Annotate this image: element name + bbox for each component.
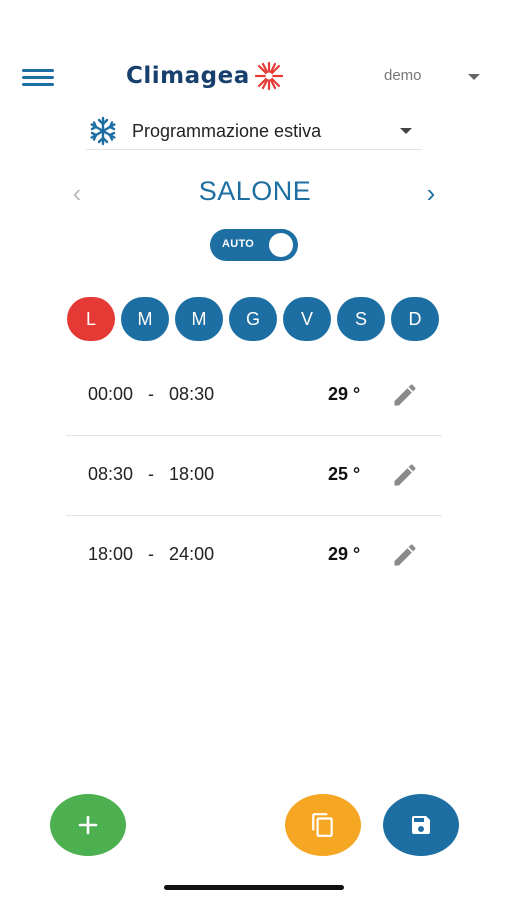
chevron-left-icon[interactable]: ‹ bbox=[66, 178, 88, 208]
schedule-row: 08:30 - 18:00 25 ° bbox=[66, 436, 442, 516]
add-button[interactable] bbox=[50, 794, 126, 856]
day-monday[interactable]: L bbox=[67, 297, 115, 341]
schedule-row: 00:00 - 08:30 29 ° bbox=[66, 356, 442, 436]
temperature: 29 ° bbox=[328, 384, 361, 404]
save-button[interactable] bbox=[383, 794, 459, 856]
copy-icon bbox=[312, 813, 333, 837]
day-tuesday[interactable]: M bbox=[121, 297, 169, 341]
brand-name: Climagea bbox=[126, 63, 250, 89]
edit-icon[interactable] bbox=[391, 461, 419, 489]
menu-icon[interactable] bbox=[22, 66, 56, 90]
program-label: Programmazione estiva bbox=[132, 120, 322, 141]
day-selector: L M M G V S D bbox=[67, 297, 442, 341]
program-select[interactable]: Programmazione estiva bbox=[86, 113, 422, 150]
brand-logo: Climagea bbox=[126, 58, 286, 94]
room-name: SALONE bbox=[198, 176, 312, 206]
chevron-down-icon bbox=[400, 128, 412, 134]
time-range: 08:30 - 18:00 bbox=[88, 464, 215, 484]
chevron-right-icon[interactable]: › bbox=[420, 178, 442, 208]
copy-button[interactable] bbox=[285, 794, 361, 856]
snowflake-icon bbox=[90, 116, 116, 146]
temperature: 25 ° bbox=[328, 464, 361, 484]
day-friday[interactable]: V bbox=[283, 297, 331, 341]
temperature: 29 ° bbox=[328, 544, 361, 564]
toggle-knob bbox=[269, 233, 293, 257]
day-wednesday[interactable]: M bbox=[175, 297, 223, 341]
user-dropdown-icon[interactable] bbox=[468, 74, 480, 80]
edit-icon[interactable] bbox=[391, 381, 419, 409]
day-saturday[interactable]: S bbox=[337, 297, 385, 341]
user-name[interactable]: demo bbox=[384, 67, 422, 84]
plus-icon bbox=[78, 815, 98, 835]
sun-logo-icon bbox=[254, 61, 283, 91]
edit-icon[interactable] bbox=[391, 541, 419, 569]
day-thursday[interactable]: G bbox=[229, 297, 277, 341]
home-indicator[interactable] bbox=[164, 885, 344, 890]
auto-toggle[interactable]: AUTO bbox=[210, 229, 298, 261]
time-range: 18:00 - 24:00 bbox=[88, 544, 215, 564]
schedule-row: 18:00 - 24:00 29 ° bbox=[66, 516, 442, 595]
time-range: 00:00 - 08:30 bbox=[88, 384, 215, 404]
auto-toggle-label: AUTO bbox=[222, 238, 255, 250]
day-sunday[interactable]: D bbox=[391, 297, 439, 341]
save-icon bbox=[412, 816, 430, 834]
